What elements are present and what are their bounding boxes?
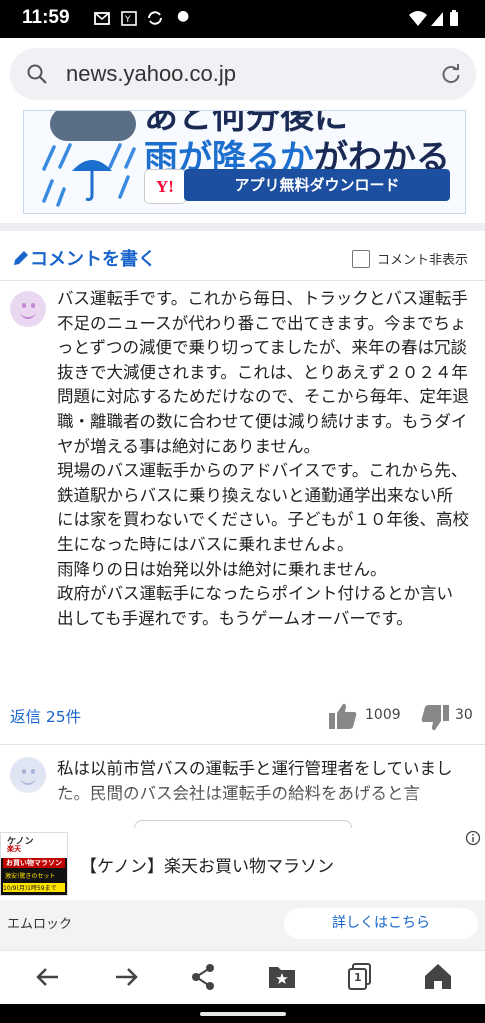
ad-thumb-line: 楽天: [7, 845, 21, 853]
notification-sync-icon: [145, 9, 165, 31]
tabs-icon[interactable]: 1: [342, 960, 378, 994]
home-gesture-pill[interactable]: [200, 1012, 286, 1016]
section-divider: [0, 223, 485, 231]
divider: [0, 280, 485, 281]
app-download-button[interactable]: アプリ無料ダウンロード: [184, 169, 450, 201]
avatar-mouth: [20, 309, 36, 319]
notification-mail-icon: [93, 9, 111, 31]
share-icon[interactable]: [186, 960, 222, 994]
reload-icon[interactable]: [440, 63, 462, 89]
browser-toolbar: [0, 950, 485, 1005]
avatar-eye: [22, 769, 26, 774]
notification-dot-icon: ●: [177, 8, 190, 24]
ad-thumb-line: 激安!驚きのセット: [5, 873, 56, 880]
forward-arrow-icon[interactable]: [108, 960, 144, 994]
tab-count: 1: [354, 971, 362, 984]
weather-app-banner[interactable]: あと何分後に 雨が降るかがわかる Y! アプリ無料ダウンロード: [23, 110, 466, 214]
divider: [0, 744, 485, 745]
hide-comments-checkbox[interactable]: [352, 250, 370, 268]
home-icon[interactable]: [420, 960, 456, 994]
yahoo-logo: Y!: [144, 169, 186, 204]
dislike-count: 30: [455, 707, 473, 723]
url-text[interactable]: news.yahoo.co.jp: [66, 61, 236, 87]
bookmark-folder-icon[interactable]: [264, 960, 300, 994]
thumbs-down-icon[interactable]: [420, 704, 450, 736]
ad-thumbnail[interactable]: ケノン 楽天 お買い物マラソン 激安!驚きのセット 10/9(月)1時59まで: [0, 832, 68, 896]
back-arrow-icon[interactable]: [30, 960, 66, 994]
like-count: 1009: [365, 707, 401, 723]
reply-link[interactable]: 返信 25件: [10, 705, 81, 727]
hide-comments-label: コメント非表示: [377, 253, 469, 268]
avatar: [10, 291, 46, 327]
avatar-eye: [31, 769, 35, 774]
thumbs-up-icon[interactable]: [328, 702, 358, 734]
notification-app-icon: Y: [120, 9, 138, 31]
rain-umbrella-icon: [40, 141, 140, 213]
ad-thumb-line: お買い物マラソン: [3, 858, 65, 868]
wifi-icon: [408, 9, 428, 31]
ad-advertiser: エムロック: [7, 917, 73, 932]
svg-text:Y: Y: [124, 15, 131, 25]
ad-title[interactable]: 【ケノン】楽天お買い物マラソン: [80, 852, 334, 877]
cloud-graphic: [50, 111, 136, 141]
write-comment-label: コメントを書く: [30, 249, 156, 270]
write-comment-link[interactable]: コメントを書く: [12, 245, 156, 272]
search-icon: [26, 63, 48, 89]
signal-icon: [430, 9, 444, 31]
status-bar: 11:59 Y ●: [0, 0, 485, 38]
avatar-eye: [22, 303, 26, 308]
comment-text: バス運転手です。これから毎日、トラックとバス運転手不足のニュースが代わり番こで出…: [57, 289, 470, 628]
status-time: 11:59: [22, 7, 70, 28]
ad-thumb-line: 10/9(月)1時59まで: [3, 883, 65, 892]
ad-info-icon[interactable]: [465, 830, 481, 846]
pencil-icon: [12, 249, 30, 272]
avatar-eye: [31, 303, 35, 308]
ad-cta-button[interactable]: 詳しくはこちら: [284, 908, 478, 939]
battery-icon: [449, 9, 459, 31]
